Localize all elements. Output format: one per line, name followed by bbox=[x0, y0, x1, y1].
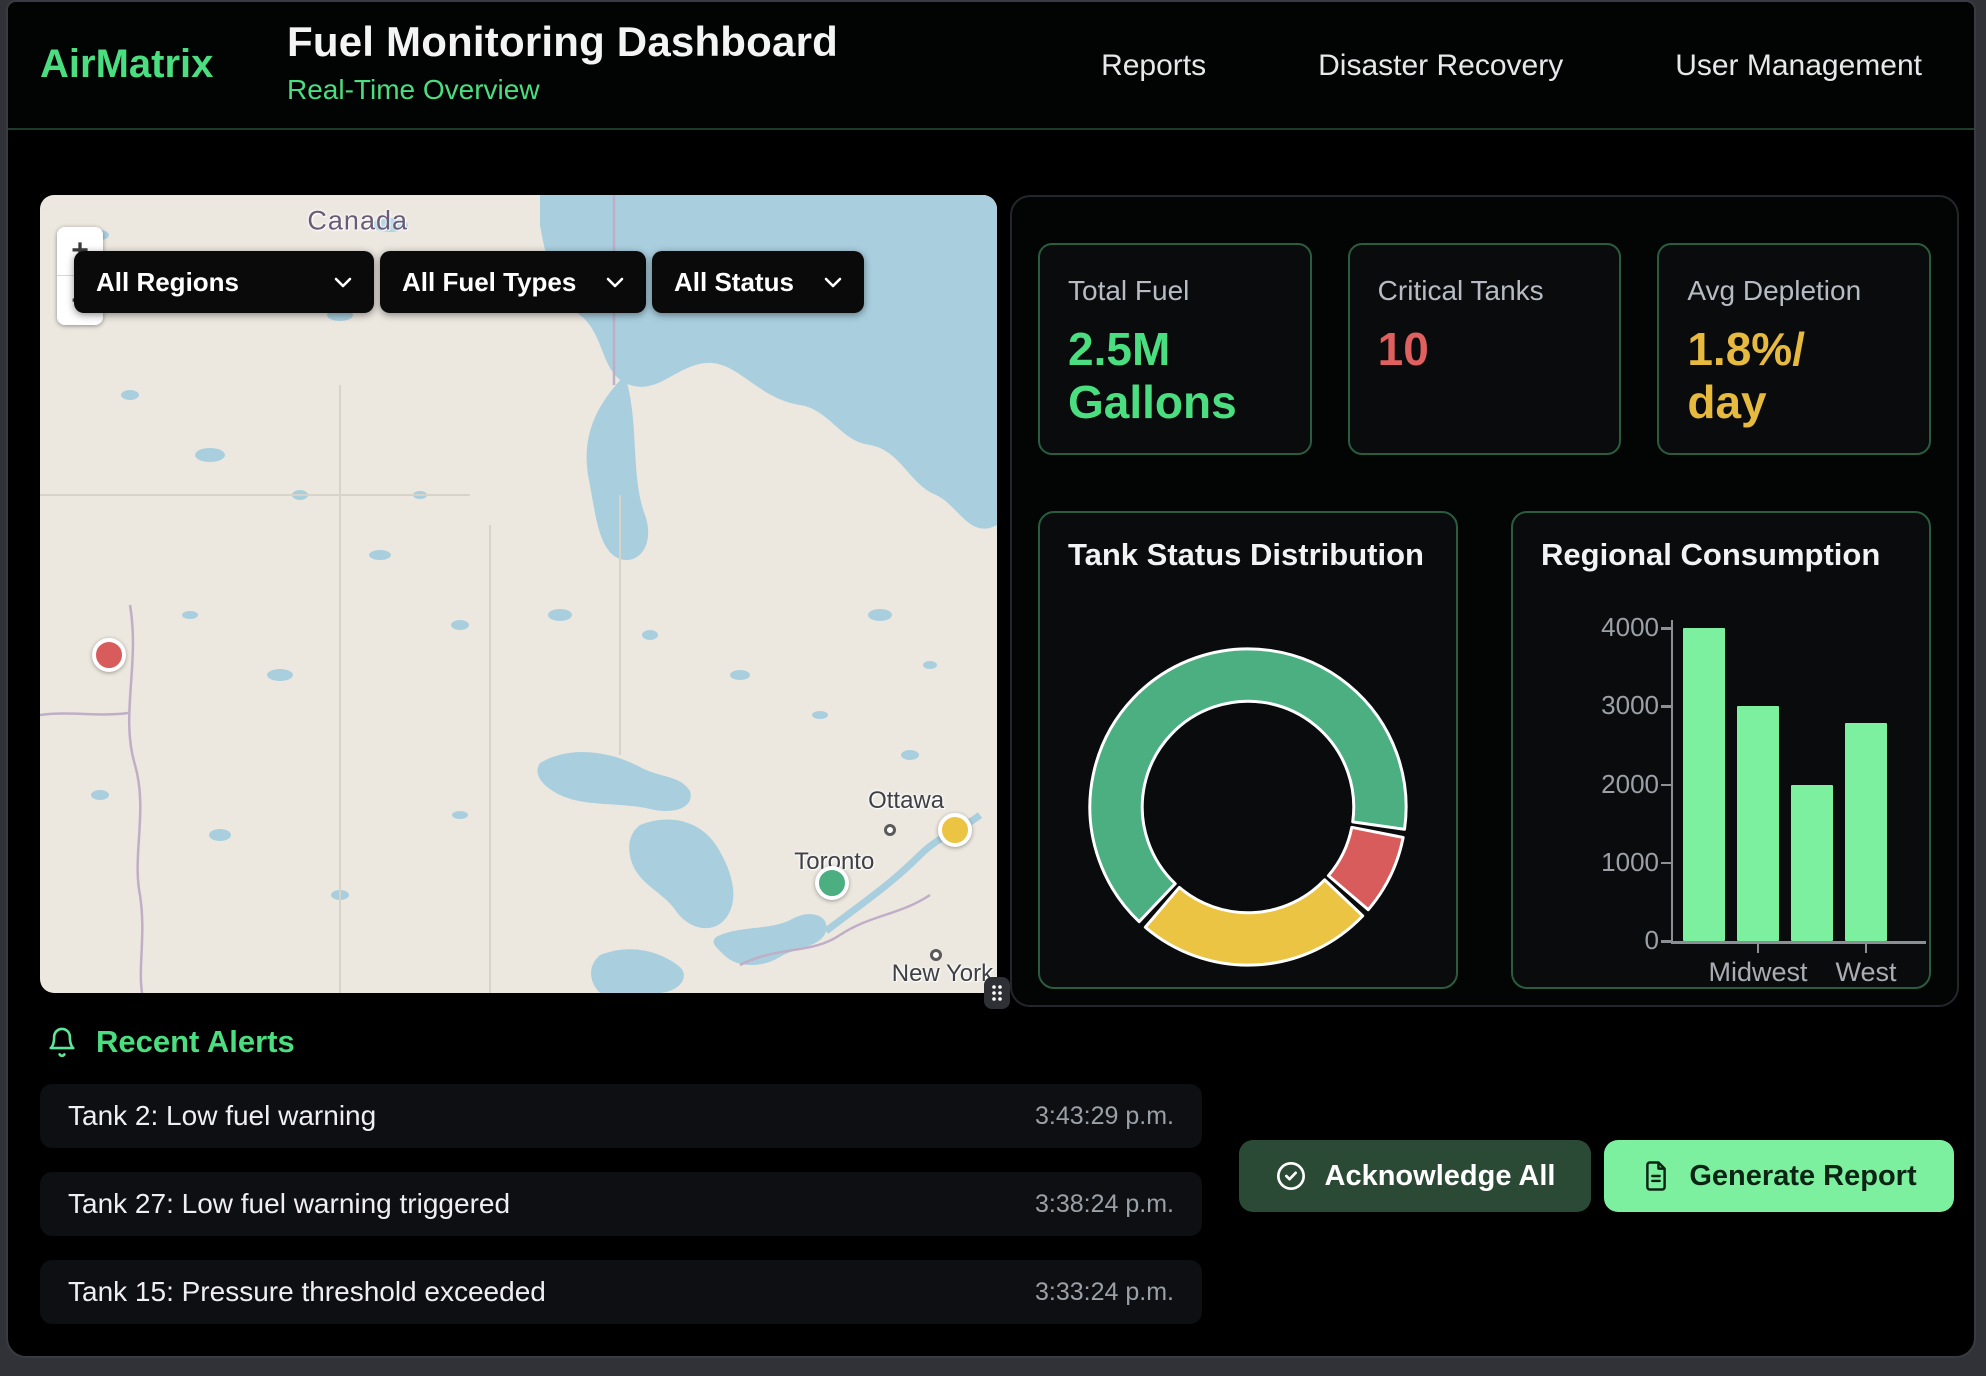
stat-value: 2.5MGallons bbox=[1068, 323, 1282, 430]
alert-time: 3:38:24 p.m. bbox=[1035, 1190, 1174, 1219]
alert-message: Tank 15: Pressure threshold exceeded bbox=[68, 1276, 546, 1308]
nav-user-management[interactable]: User Management bbox=[1675, 49, 1922, 83]
header: AirMatrix Fuel Monitoring Dashboard Real… bbox=[8, 2, 1974, 130]
alert-row[interactable]: Tank 2: Low fuel warning 3:43:29 p.m. bbox=[40, 1084, 1202, 1148]
map-filter-bar: All Regions All Fuel Types All Status bbox=[74, 251, 864, 313]
alert-row[interactable]: Tank 15: Pressure threshold exceeded 3:3… bbox=[40, 1260, 1202, 1324]
charts-row: Tank Status Distribution Regional Consum… bbox=[1038, 511, 1931, 989]
page-title: Fuel Monitoring Dashboard bbox=[287, 18, 838, 66]
bar-series-0[interactable] bbox=[1683, 628, 1725, 941]
chevron-down-icon bbox=[798, 277, 842, 288]
x-axis-tick-label: West bbox=[1835, 957, 1896, 988]
map[interactable]: CanadaOttawaTorontoNew York bbox=[40, 195, 997, 993]
bar-midwest[interactable] bbox=[1737, 706, 1779, 941]
map-label-new-york: New York bbox=[892, 960, 993, 988]
alert-message: Tank 27: Low fuel warning triggered bbox=[68, 1188, 510, 1220]
stat-card-critical-tanks: Critical Tanks 10 bbox=[1348, 243, 1622, 455]
resize-handle[interactable] bbox=[984, 977, 1010, 1009]
chart-title: Tank Status Distribution bbox=[1068, 537, 1424, 573]
stat-cards-row: Total Fuel 2.5MGallons Critical Tanks 10… bbox=[1038, 243, 1931, 455]
city-dot-icon bbox=[930, 949, 942, 961]
acknowledge-all-button[interactable]: Acknowledge All bbox=[1239, 1140, 1591, 1212]
y-axis-tick-label: 1000 bbox=[1519, 847, 1659, 878]
x-axis-tick-mark bbox=[1865, 943, 1868, 953]
y-axis-tick-label: 3000 bbox=[1519, 690, 1659, 721]
regions-filter-value: All Regions bbox=[96, 267, 239, 298]
regional-consumption-bar-chart[interactable]: 0 1000 2000 3000 4000 Midwest West bbox=[1513, 513, 1929, 987]
title-block: Fuel Monitoring Dashboard Real-Time Over… bbox=[287, 18, 838, 106]
nav-disaster-recovery[interactable]: Disaster Recovery bbox=[1318, 49, 1563, 83]
main-nav: Reports Disaster Recovery User Managemen… bbox=[1101, 2, 1922, 130]
alert-time: 3:33:24 p.m. bbox=[1035, 1278, 1174, 1307]
fuel-types-filter-select[interactable]: All Fuel Types bbox=[380, 251, 646, 313]
regions-filter-select[interactable]: All Regions bbox=[74, 251, 374, 313]
alert-message: Tank 2: Low fuel warning bbox=[68, 1100, 376, 1132]
stat-label: Avg Depletion bbox=[1687, 275, 1901, 307]
page-subtitle: Real-Time Overview bbox=[287, 74, 838, 106]
stat-label: Total Fuel bbox=[1068, 275, 1282, 307]
tank-status-donut-chart[interactable] bbox=[1080, 639, 1416, 975]
status-filter-select[interactable]: All Status bbox=[652, 251, 864, 313]
x-axis-tick-label: Midwest bbox=[1708, 957, 1807, 988]
overview-panel: Total Fuel 2.5MGallons Critical Tanks 10… bbox=[1010, 195, 1959, 1007]
dashboard-window: AirMatrix Fuel Monitoring Dashboard Real… bbox=[6, 0, 1976, 1358]
chevron-down-icon bbox=[580, 277, 624, 288]
acknowledge-all-label: Acknowledge All bbox=[1325, 1160, 1556, 1193]
map-panel: CanadaOttawaTorontoNew York + − All Regi… bbox=[40, 195, 997, 993]
generate-report-label: Generate Report bbox=[1689, 1160, 1916, 1193]
x-axis-line bbox=[1671, 941, 1926, 944]
check-circle-icon bbox=[1275, 1160, 1307, 1192]
document-icon bbox=[1641, 1160, 1671, 1192]
status-filter-value: All Status bbox=[674, 267, 794, 298]
stat-card-avg-depletion: Avg Depletion 1.8%/day bbox=[1657, 243, 1931, 455]
generate-report-button[interactable]: Generate Report bbox=[1604, 1140, 1954, 1212]
y-axis-tick-label: 2000 bbox=[1519, 769, 1659, 800]
tank-marker-warning[interactable] bbox=[938, 813, 972, 847]
nav-reports[interactable]: Reports bbox=[1101, 49, 1206, 83]
city-dot-icon bbox=[884, 824, 896, 836]
stat-value: 10 bbox=[1378, 323, 1592, 376]
y-axis-tick-label: 4000 bbox=[1519, 612, 1659, 643]
alerts-title: Recent Alerts bbox=[96, 1024, 295, 1060]
stat-value: 1.8%/day bbox=[1687, 323, 1901, 430]
drag-dots-icon bbox=[990, 983, 1004, 1003]
stat-label: Critical Tanks bbox=[1378, 275, 1592, 307]
bar-series-2[interactable] bbox=[1791, 785, 1833, 942]
stat-card-total-fuel: Total Fuel 2.5MGallons bbox=[1038, 243, 1312, 455]
donut-segment-warning[interactable] bbox=[1145, 880, 1362, 965]
bar-west[interactable] bbox=[1845, 723, 1887, 941]
chevron-down-icon bbox=[308, 277, 352, 288]
map-label-canada: Canada bbox=[307, 205, 408, 236]
bell-icon bbox=[46, 1025, 78, 1059]
y-axis-tick-label: 0 bbox=[1519, 925, 1659, 956]
alert-row[interactable]: Tank 27: Low fuel warning triggered 3:38… bbox=[40, 1172, 1202, 1236]
tank-marker-normal[interactable] bbox=[815, 866, 849, 900]
tank-marker-critical[interactable] bbox=[92, 638, 126, 672]
alerts-header: Recent Alerts bbox=[46, 1024, 295, 1060]
y-axis-line bbox=[1671, 620, 1674, 944]
map-label-ottawa: Ottawa bbox=[868, 787, 944, 815]
regional-consumption-card: Regional Consumption 01000200030004000Mi… bbox=[1511, 511, 1931, 989]
fuel-types-filter-value: All Fuel Types bbox=[402, 267, 576, 298]
app-logo: AirMatrix bbox=[40, 42, 213, 87]
alert-time: 3:43:29 p.m. bbox=[1035, 1102, 1174, 1131]
x-axis-tick-mark bbox=[1757, 943, 1760, 953]
tank-status-card: Tank Status Distribution bbox=[1038, 511, 1458, 989]
